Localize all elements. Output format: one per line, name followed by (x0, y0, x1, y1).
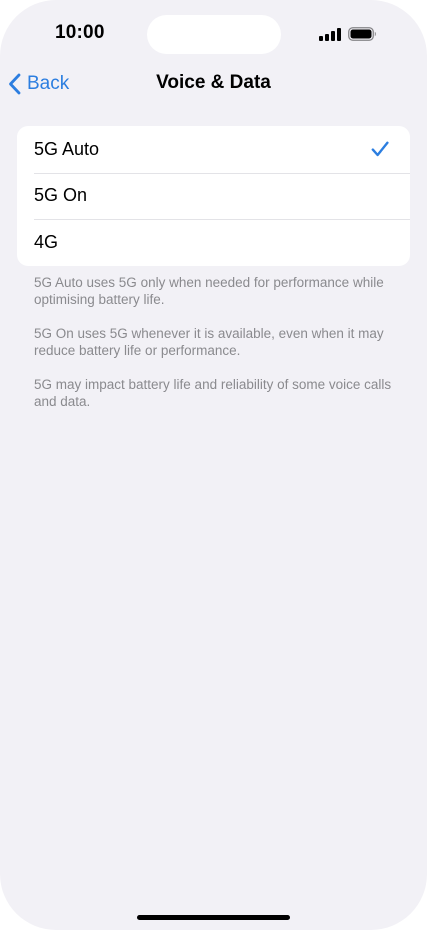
option-label: 5G Auto (34, 138, 100, 159)
footnote-5g-on: 5G On uses 5G whenever it is available, … (34, 326, 384, 358)
option-4g[interactable]: 4G (17, 219, 410, 266)
status-time: 10:00 (55, 22, 105, 43)
option-5g-on[interactable]: 5G On (17, 172, 410, 220)
battery-icon (348, 27, 376, 41)
footnote-5g-auto: 5G Auto uses 5G only when needed for per… (34, 275, 384, 307)
status-indicators (319, 26, 377, 42)
phone-screen: 10:00 Back Voice & Data 5G Auto 5G On 4G… (0, 0, 427, 930)
dynamic-island (147, 15, 281, 54)
footnote-5g-impact: 5G may impact battery life and reliabili… (34, 377, 392, 409)
network-mode-list: 5G Auto 5G On 4G (17, 126, 410, 266)
option-label: 4G (34, 231, 59, 252)
option-5g-auto[interactable]: 5G Auto (17, 126, 410, 173)
checkmark-icon (371, 141, 389, 157)
page-title: Voice & Data (156, 72, 271, 93)
cellular-signal-icon (319, 27, 341, 41)
home-indicator[interactable] (137, 915, 290, 920)
option-label: 5G On (34, 185, 88, 206)
